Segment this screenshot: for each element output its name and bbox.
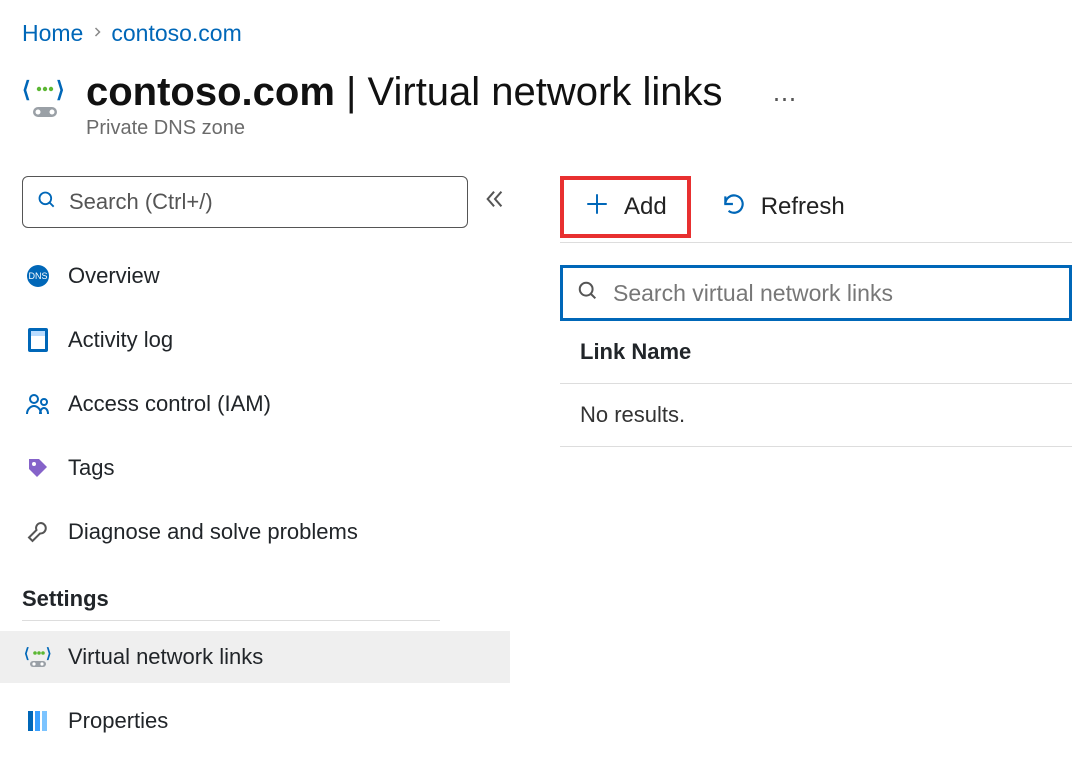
sidebar-item-label: Properties [68,708,168,734]
sidebar-item-activity-log[interactable]: Activity log [22,314,510,366]
sidebar-item-label: Access control (IAM) [68,391,271,417]
add-button[interactable]: Add [560,176,691,238]
toolbar: Add Refresh [560,176,1072,238]
sidebar-item-properties[interactable]: Properties [22,695,510,747]
page-title-row: ⟨ ⟩ contoso.com | Virtual network links … [22,71,1072,140]
sidebar-item-tags[interactable]: Tags [22,442,510,494]
svg-text:⟩: ⟩ [56,77,65,102]
plus-icon [584,191,610,224]
svg-text:⟨: ⟨ [24,646,29,661]
title-subtitle: Private DNS zone [86,117,723,140]
title-section: Virtual network links [368,70,723,114]
title-separator: | [335,70,368,114]
page-title: contoso.com | Virtual network links Priv… [86,71,723,140]
sidebar-search[interactable] [22,176,468,228]
search-icon [577,280,599,307]
virtual-network-links-icon: ⟨ ⟩ [24,643,52,671]
collapse-sidebar-button[interactable] [484,188,506,216]
search-icon [37,190,57,215]
main-search[interactable] [560,265,1072,321]
wrench-icon [24,518,52,546]
divider [22,620,440,621]
sidebar-item-virtual-network-links[interactable]: ⟨ ⟩ Virtual network links [0,631,510,683]
divider [560,242,1072,243]
sidebar-item-label: Activity log [68,327,173,353]
sidebar-item-label: Virtual network links [68,644,263,670]
activity-log-icon [24,326,52,354]
breadcrumb-home[interactable]: Home [22,20,83,47]
sidebar-search-input[interactable] [67,188,453,216]
access-control-icon [24,390,52,418]
sidebar-section-settings: Settings [22,586,510,612]
properties-icon [24,707,52,735]
refresh-button-label: Refresh [761,193,845,221]
dns-icon: DNS [24,262,52,290]
chevron-right-icon [91,25,103,43]
sidebar-item-label: Overview [68,263,160,289]
svg-text:DNS: DNS [28,271,47,281]
sidebar-item-label: Diagnose and solve problems [68,519,358,545]
tags-icon [24,454,52,482]
column-header-link-name[interactable]: Link Name [560,321,1072,384]
sidebar-item-overview[interactable]: DNS Overview [22,250,510,302]
breadcrumb-current[interactable]: contoso.com [111,20,241,47]
sidebar-item-access-control[interactable]: Access control (IAM) [22,378,510,430]
main-content: Add Refresh Link Name No results. [510,176,1072,447]
dns-zone-icon: ⟨ ⟩ [22,77,68,123]
title-resource-name: contoso.com [86,70,335,114]
breadcrumb: Home contoso.com [22,20,1072,47]
refresh-button[interactable]: Refresh [715,185,851,230]
sidebar-item-diagnose[interactable]: Diagnose and solve problems [22,506,510,558]
svg-text:⟨: ⟨ [22,77,31,102]
refresh-icon [721,191,747,224]
add-button-label: Add [624,193,667,221]
more-button[interactable]: ⋯ [773,85,799,114]
main-search-input[interactable] [611,279,1055,308]
no-results-label: No results. [560,384,1072,447]
svg-text:⟩: ⟩ [46,646,51,661]
sidebar-item-label: Tags [68,455,114,481]
sidebar: DNS Overview Activity log Access control… [22,176,510,759]
